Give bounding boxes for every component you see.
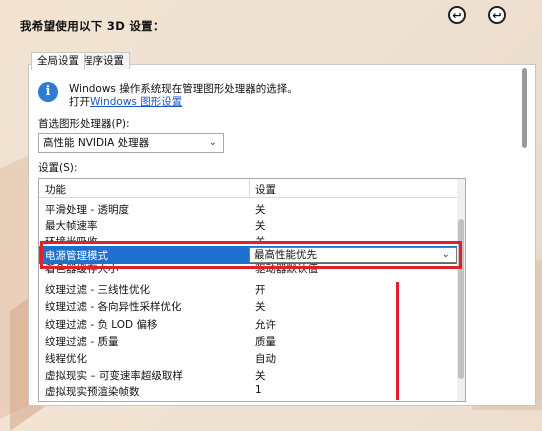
setting-cell: 自动 — [255, 353, 276, 365]
info-icon: i — [38, 82, 58, 102]
windows-graphics-settings-link[interactable]: Windows 图形设置 — [90, 96, 182, 108]
back-circle-icon[interactable]: ↩ — [488, 6, 506, 24]
feature-cell: 最大帧速率 — [45, 220, 98, 232]
table-row[interactable]: 纹理过滤 - 三线性优化 开 — [39, 280, 465, 296]
scrollbar-thumb[interactable] — [522, 68, 527, 148]
page-scrollbar[interactable] — [521, 66, 528, 401]
table-row[interactable]: 纹理过滤 - 质量 质量 — [39, 332, 465, 348]
column-header-setting: 设置 — [255, 184, 276, 196]
feature-cell: 平滑处理 - 透明度 — [45, 204, 129, 216]
setting-cell: 关 — [255, 204, 266, 216]
tab-global-settings[interactable]: 全局设置 — [31, 52, 85, 70]
feature-cell: 线程优化 — [45, 353, 87, 365]
feature-cell: 纹理过滤 - 三线性优化 — [45, 284, 150, 296]
setting-cell: 关 — [255, 220, 266, 232]
column-divider[interactable] — [249, 179, 250, 197]
annotation-highlight-box — [40, 241, 462, 269]
table-row[interactable]: 最大帧速率 关 — [39, 216, 465, 232]
back-circle-icon[interactable]: ↩ — [448, 6, 466, 24]
info-line: Windows 操作系统现在管理图形处理器的选择。 — [69, 83, 298, 95]
setting-cell: 关 — [255, 301, 266, 313]
grid-scrollbar[interactable] — [457, 179, 465, 401]
setting-cell: 开 — [255, 284, 266, 296]
feature-cell: 纹理过滤 - 各向异性采样优化 — [45, 301, 182, 313]
feature-cell: 虚拟现实预渲染帧数 — [45, 386, 140, 398]
settings-grid: 功能 设置 平滑处理 - 透明度 关 最大帧速率 关 环境光吸收 关 电源管理模… — [38, 178, 466, 402]
annotation-arrow — [396, 282, 399, 400]
info-line: 打开Windows 图形设置 — [69, 96, 369, 109]
feature-cell: 虚拟现实 – 可变速率超级取样 — [45, 370, 183, 382]
chevron-down-icon: ⌄ — [208, 137, 217, 148]
page-title: 我希望使用以下 3D 设置： — [20, 19, 165, 33]
info-text: Windows 操作系统现在管理图形处理器的选择。 打开Windows 图形设置 — [69, 83, 369, 109]
table-row[interactable]: 线程优化 自动 — [39, 349, 465, 365]
info-prefix: 打开 — [69, 96, 90, 108]
table-row[interactable]: 平滑处理 - 透明度 关 — [39, 200, 465, 216]
column-header-feature: 功能 — [45, 184, 66, 196]
setting-cell: 质量 — [255, 336, 276, 348]
table-row[interactable]: 虚拟现实预渲染帧数 1 — [39, 382, 465, 398]
grid-header: 功能 设置 — [39, 179, 465, 198]
setting-cell: 允许 — [255, 319, 276, 331]
preferred-gpu-select[interactable]: 高性能 NVIDIA 处理器 ⌄ — [38, 133, 224, 153]
preferred-gpu-label: 首选图形处理器(P): — [38, 118, 130, 130]
preferred-gpu-value: 高性能 NVIDIA 处理器 — [43, 137, 150, 149]
feature-cell: 纹理过滤 - 质量 — [45, 336, 119, 348]
table-row[interactable]: 纹理过滤 - 负 LOD 偏移 允许 — [39, 315, 465, 331]
table-row[interactable]: 虚拟现实 – 可变速率超级取样 关 — [39, 366, 465, 382]
table-row[interactable]: 纹理过滤 - 各向异性采样优化 关 — [39, 297, 465, 313]
setting-cell: 1 — [255, 384, 262, 396]
setting-cell: 关 — [255, 370, 266, 382]
feature-cell: 纹理过滤 - 负 LOD 偏移 — [45, 319, 158, 331]
settings-label: 设置(S): — [38, 162, 78, 174]
